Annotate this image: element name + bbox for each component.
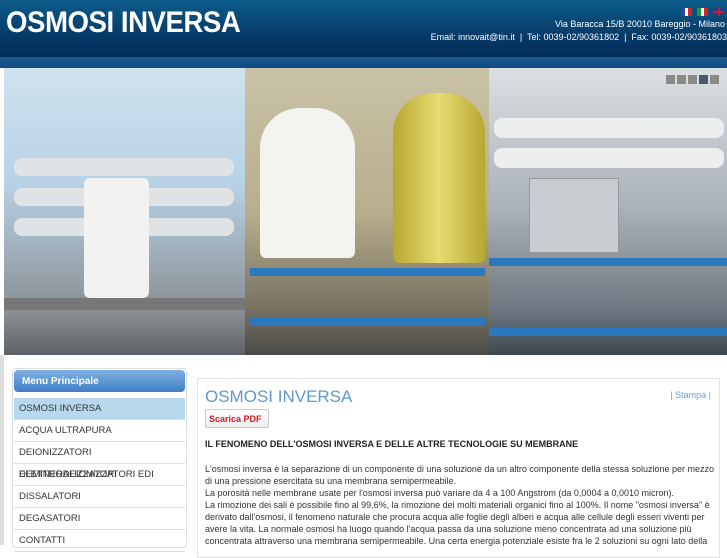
image-slider: [4, 68, 727, 355]
paragraph: La porosità nelle membrane usate per l'o…: [205, 488, 674, 498]
paragraph: L'osmosi inversa è la separazione di un …: [205, 464, 715, 486]
site-header: OSMOSI INVERSA Via Baracca 15/B 20010 Ba…: [0, 0, 727, 60]
menu-item-osmosi-inversa[interactable]: OSMOSI INVERSA: [14, 398, 185, 420]
menu-title: Menu Principale: [14, 370, 185, 392]
article-body: L'osmosi inversa è la separazione di un …: [205, 463, 715, 547]
paragraph: La rimozione dei sali è possibile fino a…: [205, 500, 710, 546]
main-menu: Menu Principale OSMOSI INVERSA ACQUA ULT…: [12, 368, 187, 552]
slider-dot[interactable]: [710, 75, 719, 84]
slider-pagination: [666, 75, 719, 84]
header-band: [0, 57, 727, 68]
language-selector: [681, 8, 724, 16]
menu-item-degasatori[interactable]: DEGASATORI: [14, 508, 185, 530]
main-content: OSMOSI INVERSA | Stampa | Scarica PDF IL…: [197, 378, 720, 558]
slider-dot[interactable]: [688, 75, 697, 84]
slide-photo-center: [245, 68, 489, 355]
download-pdf-button[interactable]: Scarica PDF: [205, 409, 269, 428]
menu-item-dissalatori[interactable]: DISSALATORI: [14, 486, 185, 508]
site-logo[interactable]: OSMOSI INVERSA: [6, 6, 241, 40]
slider-dot-active[interactable]: [699, 75, 708, 84]
slide-photo-right: [489, 68, 727, 355]
contact-info: Email: innovait@tin.it | Tel: 0039-02/90…: [430, 32, 727, 42]
page-title: OSMOSI INVERSA: [205, 387, 353, 406]
print-link[interactable]: | Stampa |: [670, 390, 711, 400]
menu-item-contatti[interactable]: CONTATTI: [14, 530, 185, 552]
menu-item-deionizzatori[interactable]: DEIONIZZATORI DEMINERALIZZATORI: [14, 442, 185, 480]
flag-uk-icon[interactable]: [713, 8, 724, 16]
address: Via Baracca 15/B 20010 Bareggio - Milano: [555, 19, 725, 29]
menu-item-acqua-ultrapura[interactable]: ACQUA ULTRAPURA: [14, 420, 185, 442]
slider-dot[interactable]: [666, 75, 675, 84]
flag-italian-icon[interactable]: [697, 8, 709, 16]
left-border: [0, 355, 4, 545]
section-heading: IL FENOMENO DELL'OSMOSI INVERSA E DELLE …: [205, 439, 579, 449]
slide-photo-left: [4, 68, 245, 355]
slider-dot[interactable]: [677, 75, 686, 84]
menu-item-elettrodeionizzatori[interactable]: ELETTRODEIONIZZATORI EDI: [14, 464, 185, 486]
flag-french-icon[interactable]: [681, 8, 693, 16]
